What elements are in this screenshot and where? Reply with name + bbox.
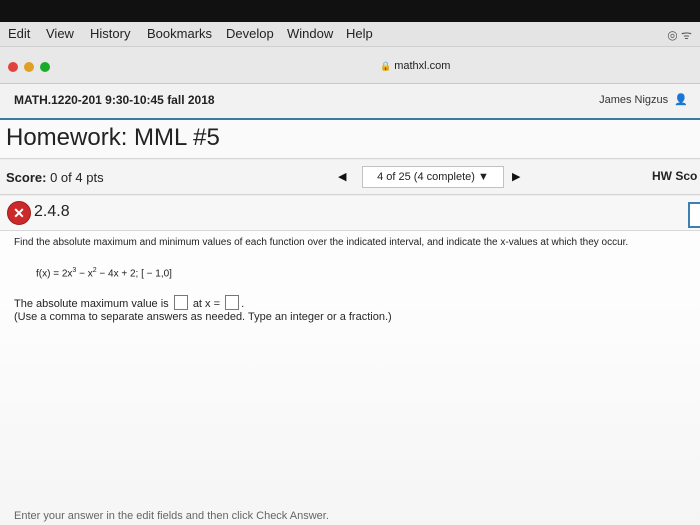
close-window-button[interactable] [8, 62, 18, 72]
x-value-input[interactable] [225, 295, 240, 310]
minimize-window-button[interactable] [24, 62, 34, 72]
side-panel-tab[interactable] [688, 202, 700, 228]
score: Score: 0 of 4 pts [6, 170, 104, 185]
hw-score-label: HW Sco [652, 169, 698, 183]
previous-question-button[interactable]: ◀ [338, 170, 346, 183]
next-question-button[interactable]: ▶ [512, 170, 520, 183]
user-menu[interactable]: James Nigzus 👤 [599, 93, 688, 106]
answer-line: The absolute maximum value is at x = . [14, 295, 244, 310]
question-content: Find the absolute maximum and minimum va… [0, 231, 700, 525]
menu-bar: Edit View History Bookmarks Develop Wind… [0, 22, 700, 47]
score-value: 0 of 4 pts [50, 170, 104, 185]
browser-toolbar: 🔒 mathxl.com [0, 47, 700, 84]
wifi-icon[interactable]: ◎ ᯤ [667, 26, 692, 43]
answer-instruction: (Use a comma to separate answers as need… [14, 311, 392, 323]
menu-history[interactable]: History [90, 26, 130, 41]
zoom-window-button[interactable] [40, 62, 50, 72]
menu-edit[interactable]: Edit [8, 26, 30, 41]
homework-title: Homework: MML #5 [6, 124, 220, 151]
user-icon: 👤 [671, 94, 688, 106]
course-header: MATH.1220-201 9:30-10:45 fall 2018 James… [0, 84, 700, 120]
formula-part-3: − 4x + 2; [ − 1,0] [96, 268, 172, 280]
screen-bezel [0, 0, 700, 22]
menu-view[interactable]: View [46, 26, 74, 41]
user-name: James Nigzus [599, 94, 669, 106]
formula-part-2: − x [76, 268, 93, 280]
address-bar[interactable]: 🔒 mathxl.com [380, 60, 450, 72]
screen: Edit View History Bookmarks Develop Wind… [0, 0, 700, 525]
menu-help[interactable]: Help [346, 26, 373, 41]
url-text: mathxl.com [394, 60, 451, 72]
score-label: Score: [6, 170, 47, 185]
question-prompt: Find the absolute maximum and minimum va… [14, 237, 629, 248]
menu-develop[interactable]: Develop [226, 26, 274, 41]
score-bar: Score: 0 of 4 pts ◀ 4 of 25 (4 complete)… [0, 160, 700, 195]
question-header: ✕ 2.4.8 [0, 196, 700, 231]
formula-part-1: f(x) = 2x [36, 268, 73, 280]
answer-text-2: at x = [192, 298, 221, 310]
incorrect-icon: ✕ [7, 201, 31, 225]
question-selector[interactable]: 4 of 25 (4 complete) ▼ [362, 166, 504, 188]
footer-instruction: Enter your answer in the edit fields and… [14, 510, 329, 522]
menu-window[interactable]: Window [287, 26, 333, 41]
menu-bookmarks[interactable]: Bookmarks [147, 26, 212, 41]
answer-text-3: . [241, 298, 245, 310]
course-title: MATH.1220-201 9:30-10:45 fall 2018 [14, 93, 215, 107]
function-formula: f(x) = 2x3 − x2 − 4x + 2; [ − 1,0] [36, 267, 172, 279]
lock-icon: 🔒 [380, 61, 392, 71]
max-value-input[interactable] [173, 295, 188, 310]
question-number: 2.4.8 [34, 203, 70, 220]
answer-text-1: The absolute maximum value is [14, 298, 169, 310]
homework-header: Homework: MML #5 [0, 120, 700, 159]
